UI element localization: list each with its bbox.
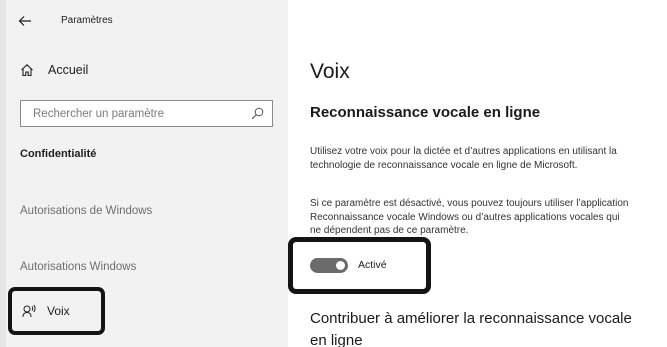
info-paragraph: Si ce paramètre est désactivé, vous pouv… (310, 197, 667, 238)
sidebar-edge (0, 0, 6, 347)
title-bar: Paramètres (0, 0, 288, 40)
sidebar-item-autorisations-windows[interactable]: Autorisations Windows (20, 261, 136, 273)
description-line: Utilisez votre voix pour la dictée et d’… (310, 146, 617, 157)
section-title-online-speech: Reconnaissance vocale en ligne (310, 104, 541, 121)
sidebar: Paramètres Accueil Confidentialité Autor… (0, 0, 288, 347)
contribute-line: en ligne (310, 332, 363, 347)
page-title: Voix (310, 60, 350, 83)
info-line: Si ce paramètre est désactivé, vous pouv… (310, 198, 629, 209)
home-icon (21, 64, 33, 77)
search-box[interactable] (20, 100, 273, 127)
info-line: ne dépendent pas de ce paramètre. (310, 225, 469, 236)
search-icon[interactable] (251, 107, 264, 120)
toggle-highlight-frame (288, 237, 431, 294)
sidebar-item-label: Accueil (48, 63, 89, 77)
back-button[interactable] (14, 10, 36, 32)
section-title-contribute: Contribuer à améliorer la reconnaissance… (310, 308, 667, 347)
info-line: Reconnaissance vocale Windows ou d’autre… (310, 211, 620, 223)
main-panel: Voix Reconnaissance vocale en ligne Util… (288, 0, 667, 347)
sidebar-item-home[interactable]: Accueil (20, 63, 88, 77)
back-arrow-icon (18, 16, 31, 26)
contribute-line: Contribuer à améliorer la reconnaissance… (310, 310, 632, 327)
speech-icon (22, 304, 36, 318)
sidebar-item-voix[interactable]: Voix (8, 287, 105, 335)
app-title: Paramètres (61, 15, 113, 26)
section-label-confidentialite: Confidentialité (20, 148, 97, 160)
search-input[interactable] (21, 101, 241, 126)
sidebar-item-label: Voix (47, 304, 70, 318)
description-line: technologie de reconnaissance vocale en … (310, 159, 578, 171)
description-paragraph: Utilisez votre voix pour la dictée et d’… (310, 145, 667, 172)
sidebar-item-autorisations-de-windows[interactable]: Autorisations de Windows (20, 205, 152, 217)
